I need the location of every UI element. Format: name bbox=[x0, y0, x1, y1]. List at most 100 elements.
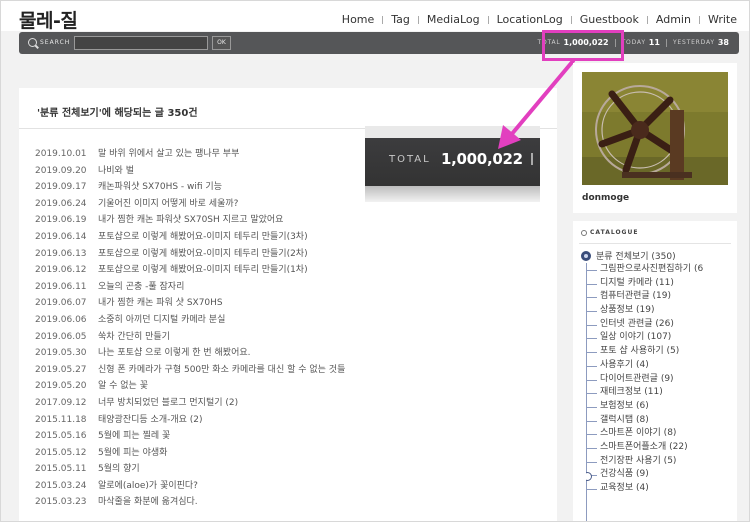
nav-write[interactable]: Write bbox=[708, 13, 737, 26]
post-list-item[interactable]: 2019.05.20 알 수 없는 꽃 bbox=[35, 378, 345, 395]
post-date: 2015.11.18 bbox=[35, 414, 87, 425]
category-item[interactable]: 인터넷 관련글 (26) bbox=[586, 318, 736, 332]
post-title[interactable]: 캐논파워샷 SX70HS - wifi 기능 bbox=[98, 182, 222, 192]
post-date: 2019.06.12 bbox=[35, 265, 87, 276]
post-list-item[interactable]: 2019.10.01 말 바위 위에서 살고 있는 팽나무 부부 bbox=[35, 146, 345, 163]
post-title[interactable]: 신형 폰 카메라가 구형 500만 화소 카메라를 대신 할 수 없는 것들 bbox=[98, 365, 345, 375]
post-title[interactable]: 쑥차 간단히 만들기 bbox=[98, 332, 170, 342]
category-tree: 그림판으로사진편집하기 (6 디지털 카메라 (11) 컴퓨터관련글 (19) 상품정… bbox=[586, 263, 736, 521]
post-list-item[interactable]: 2019.06.13 포토샵으로 이렇게 해봤어요-이미지 테두리 만들기(2차) bbox=[35, 246, 345, 263]
nav-admin[interactable]: Admin bbox=[656, 13, 691, 26]
category-item[interactable]: 그림판으로사진편집하기 (6 bbox=[586, 263, 736, 277]
category-item[interactable]: 재테크정보 (11) bbox=[586, 386, 736, 400]
post-date: 2019.09.17 bbox=[35, 182, 87, 193]
counter-separator bbox=[665, 38, 667, 47]
post-list-item[interactable]: 2019.09.17 캐논파워샷 SX70HS - wifi 기능 bbox=[35, 179, 345, 196]
nav-home[interactable]: Home bbox=[342, 13, 374, 26]
nav-tag[interactable]: Tag bbox=[391, 13, 410, 26]
post-date: 2019.06.07 bbox=[35, 298, 87, 309]
category-item[interactable]: 상품정보 (19) bbox=[586, 304, 736, 318]
category-item[interactable]: 사용후기 (4) bbox=[586, 359, 736, 373]
nav-locationlog[interactable]: LocationLog bbox=[497, 13, 563, 26]
post-list-item[interactable]: 2019.06.14 포토샵으로 이렇게 해봤어요-이미지 테두리 만들기(3차) bbox=[35, 229, 345, 246]
post-list-item[interactable]: 2019.06.07 내가 찜한 캐논 파워 샷 SX70HS bbox=[35, 295, 345, 312]
category-item[interactable]: 갤럭시탭 (8) bbox=[586, 414, 736, 428]
category-root[interactable]: 분류 전체보기 (350) bbox=[581, 249, 676, 262]
post-list-item[interactable]: 2019.05.27 신형 폰 카메라가 구형 500만 화소 카메라를 대신 할… bbox=[35, 362, 345, 379]
post-list-item[interactable]: 2019.06.06 소중히 아끼던 디지털 카메라 분실 bbox=[35, 312, 345, 329]
search-input[interactable] bbox=[74, 36, 208, 50]
post-list-item[interactable]: 2015.03.24 알로에(aloe)가 꽃이핀다? bbox=[35, 478, 345, 495]
post-list-item[interactable]: 2019.06.11 오늘의 곤충 -풀 잠자리 bbox=[35, 279, 345, 296]
post-title[interactable]: 나는 포토샵 으로 이렇게 한 번 해봤어요. bbox=[98, 348, 251, 358]
post-list-item[interactable]: 2019.06.12 포토샵으로 이렇게 해봤어요-이미지 테두리 만들기(1차) bbox=[35, 262, 345, 279]
post-list-item[interactable]: 2019.05.30 나는 포토샵 으로 이렇게 한 번 해봤어요. bbox=[35, 345, 345, 362]
post-list-item[interactable]: 2017.09.12 너무 방치되었던 블로그 먼지털기 (2) bbox=[35, 395, 345, 412]
post-title[interactable]: 5월의 향기 bbox=[98, 464, 140, 474]
post-title[interactable]: 너무 방치되었던 블로그 먼지털기 (2) bbox=[98, 398, 238, 408]
post-date: 2015.03.24 bbox=[35, 480, 87, 491]
profile-name[interactable]: donmoge bbox=[582, 193, 629, 203]
post-title[interactable]: 포토샵으로 이렇게 해봤어요-이미지 테두리 만들기(3차) bbox=[98, 232, 308, 242]
spinning-wheel-image bbox=[582, 72, 728, 185]
post-list-item[interactable]: 2015.05.12 5월에 피는 야생화 bbox=[35, 445, 345, 462]
post-date: 2015.05.12 bbox=[35, 447, 87, 458]
category-item[interactable]: 전기장판 사용기 (5) bbox=[586, 455, 736, 469]
post-title[interactable]: 소중히 아끼던 디지털 카메라 분실 bbox=[98, 315, 225, 325]
post-title[interactable]: 포토샵으로 이렇게 해봤어요-이미지 테두리 만들기(1차) bbox=[98, 265, 308, 275]
category-root-label: 분류 전체보기 (350) bbox=[596, 252, 676, 262]
post-title[interactable]: 내가 찜한 캐논 파워 샷 SX70HS bbox=[98, 298, 223, 308]
yesterday-label: YESTERDAY bbox=[672, 39, 715, 46]
post-title[interactable]: 기울어진 이미지 어떻게 바로 세울까? bbox=[98, 199, 238, 209]
post-title[interactable]: 말 바위 위에서 살고 있는 팽나무 부부 bbox=[98, 149, 239, 159]
category-item[interactable]: 컴퓨터관련글 (19) bbox=[586, 290, 736, 304]
today-label: TODAY bbox=[621, 39, 646, 46]
nav-separator bbox=[417, 15, 419, 24]
post-title[interactable]: 5월에 피는 야생화 bbox=[98, 448, 167, 458]
category-item[interactable]: 일상 이야기 (107) bbox=[586, 331, 736, 345]
category-item[interactable]: 스마트폰어플소개 (22) bbox=[586, 441, 736, 455]
post-list-item[interactable]: 2015.11.18 태양광잔디등 소개-개요 (2) bbox=[35, 412, 345, 429]
post-date: 2015.05.16 bbox=[35, 431, 87, 442]
category-item[interactable]: 교육정보 (4) bbox=[586, 482, 736, 496]
post-title[interactable]: 나비와 벌 bbox=[98, 166, 134, 176]
post-title[interactable]: 5월에 피는 찔레 꽃 bbox=[98, 431, 170, 441]
post-date: 2015.05.11 bbox=[35, 464, 87, 475]
category-item[interactable]: 다이어트관련글 (9) bbox=[586, 373, 736, 387]
zoomed-total-inset: TOTAL 1,000,022 bbox=[365, 126, 540, 202]
blog-title[interactable]: 물레-질 bbox=[19, 6, 78, 33]
post-title[interactable]: 태양광잔디등 소개-개요 (2) bbox=[98, 415, 203, 425]
nav-separator bbox=[698, 15, 700, 24]
post-list-item[interactable]: 2019.06.19 내가 찜한 캐논 파워샷 SX70SH 지르고 말았어요 bbox=[35, 212, 345, 229]
post-title[interactable]: 알 수 없는 꽃 bbox=[98, 381, 148, 391]
post-list-item[interactable]: 2015.03.23 마삭줄을 화분에 옮겨심다. bbox=[35, 494, 345, 511]
post-date: 2019.06.24 bbox=[35, 198, 87, 209]
post-date: 2019.06.11 bbox=[35, 281, 87, 292]
post-list-item[interactable]: 2019.06.24 기울어진 이미지 어떻게 바로 세울까? bbox=[35, 196, 345, 213]
catalogue-header: CATALOGUE bbox=[581, 229, 638, 236]
post-title[interactable]: 오늘의 곤충 -풀 잠자리 bbox=[98, 282, 184, 292]
category-item[interactable]: 포토 샵 사용하기 (5) bbox=[586, 345, 736, 359]
nav-guestbook[interactable]: Guestbook bbox=[580, 13, 639, 26]
search-ok-button[interactable]: OK bbox=[212, 36, 231, 50]
post-list-item[interactable]: 2019.06.05 쑥차 간단히 만들기 bbox=[35, 329, 345, 346]
category-item[interactable]: 보험정보 (6) bbox=[586, 400, 736, 414]
post-title[interactable]: 포토샵으로 이렇게 해봤어요-이미지 테두리 만들기(2차) bbox=[98, 249, 308, 259]
category-item[interactable]: 건강식품 (9) bbox=[586, 468, 736, 482]
profile-photo[interactable] bbox=[582, 72, 728, 185]
post-list-item[interactable]: 2019.09.20 나비와 벌 bbox=[35, 163, 345, 180]
post-list-item[interactable]: 2015.05.16 5월에 피는 찔레 꽃 bbox=[35, 428, 345, 445]
post-date: 2019.05.30 bbox=[35, 348, 87, 359]
post-title[interactable]: 내가 찜한 캐논 파워샷 SX70SH 지르고 말았어요 bbox=[98, 215, 283, 225]
post-title[interactable]: 알로에(aloe)가 꽃이핀다? bbox=[98, 481, 198, 491]
blog-page: 물레-질 Home Tag MediaLog LocationLog Guest… bbox=[0, 0, 750, 522]
nav-medialog[interactable]: MediaLog bbox=[427, 13, 480, 26]
category-item[interactable]: 스마트폰 이야기 (8) bbox=[586, 427, 736, 441]
search-label: SEARCH bbox=[40, 39, 71, 46]
catalogue-label: CATALOGUE bbox=[590, 229, 639, 236]
post-list-item[interactable]: 2015.05.11 5월의 향기 bbox=[35, 461, 345, 478]
post-title[interactable]: 마삭줄을 화분에 옮겨심다. bbox=[98, 497, 198, 507]
nav-separator bbox=[646, 15, 648, 24]
category-item[interactable]: 디지털 카메라 (11) bbox=[586, 277, 736, 291]
post-date: 2015.03.23 bbox=[35, 497, 87, 508]
